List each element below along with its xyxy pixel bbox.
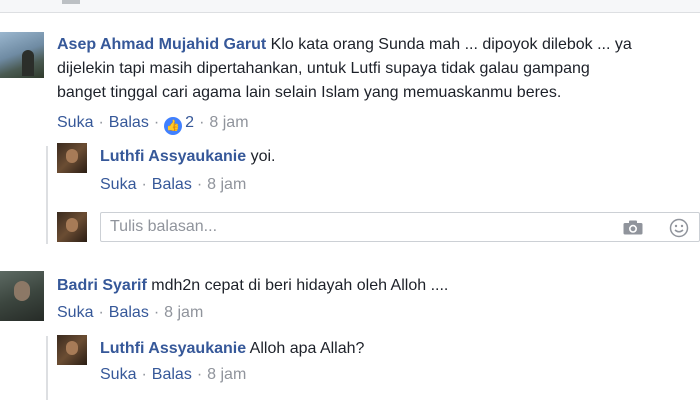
author-name-asep[interactable]: Asep Ahmad Mujahid Garut [57, 36, 266, 53]
comment-text: mdh2n cepat di beri hidayah oleh Alloh .… [151, 277, 449, 294]
reply-thread-line [46, 146, 48, 244]
like-icon: 👍 [164, 117, 183, 135]
like-link[interactable]: Suka [100, 176, 136, 193]
avatar-badri[interactable] [0, 271, 44, 321]
like-link[interactable]: Suka [57, 114, 93, 131]
camera-icon[interactable] [623, 220, 643, 235]
reply-link[interactable]: Balas [109, 304, 149, 321]
comment-actions-badri: Suka · Balas · 8 jam [57, 304, 204, 321]
author-name-luthfi[interactable]: Luthfi Assyaukanie [100, 340, 246, 357]
smiley-icon[interactable] [669, 218, 689, 238]
avatar-luthfi[interactable] [57, 143, 87, 173]
comment-text-line1: Klo kata orang Sunda mah ... dipoyok dil… [270, 36, 632, 53]
comment-badri: Badri Syarif mdh2n cepat di beri hidayah… [57, 274, 448, 298]
comment-text-line2: dijelekin tapi masih dipertahankan, untu… [57, 60, 590, 77]
reply-actions-luthfi-1: Suka · Balas · 8 jam [100, 176, 247, 193]
reaction-count[interactable]: 👍 2 [164, 114, 194, 135]
previous-comment-edge [0, 0, 700, 13]
avatar-current-user [57, 212, 87, 242]
reply-text: yoi. [250, 148, 276, 165]
comment-text-line3: banget tinggal cari agama lain selain Is… [57, 84, 562, 101]
reply-link[interactable]: Balas [152, 366, 192, 383]
reply-time[interactable]: 8 jam [207, 366, 246, 383]
author-name-luthfi[interactable]: Luthfi Assyaukanie [100, 148, 246, 165]
like-link[interactable]: Suka [100, 366, 136, 383]
comment-time[interactable]: 8 jam [164, 304, 203, 321]
avatar-asep[interactable] [0, 32, 44, 78]
reply-input[interactable]: Tulis balasan... [100, 212, 700, 242]
previous-comment-avatar-edge [62, 0, 80, 4]
comment-asep: Asep Ahmad Mujahid Garut Klo kata orang … [57, 33, 700, 105]
reply-thread-line [46, 336, 48, 400]
comment-time[interactable]: 8 jam [209, 114, 248, 131]
reply-link[interactable]: Balas [109, 114, 149, 131]
reply-text: Alloh apa Allah? [249, 340, 365, 357]
reply-luthfi-2: Luthfi Assyaukanie Alloh apa Allah? [100, 337, 364, 361]
reply-time[interactable]: 8 jam [207, 176, 246, 193]
reply-luthfi-1: Luthfi Assyaukanie yoi. [100, 145, 275, 169]
like-link[interactable]: Suka [57, 304, 93, 321]
reply-link[interactable]: Balas [152, 176, 192, 193]
avatar-luthfi[interactable] [57, 335, 87, 365]
reply-input-placeholder: Tulis balasan... [110, 218, 218, 235]
author-name-badri[interactable]: Badri Syarif [57, 277, 147, 294]
reply-actions-luthfi-2: Suka · Balas · 8 jam [100, 366, 247, 383]
comment-actions-asep: Suka · Balas · 👍 2 · 8 jam [57, 114, 249, 135]
